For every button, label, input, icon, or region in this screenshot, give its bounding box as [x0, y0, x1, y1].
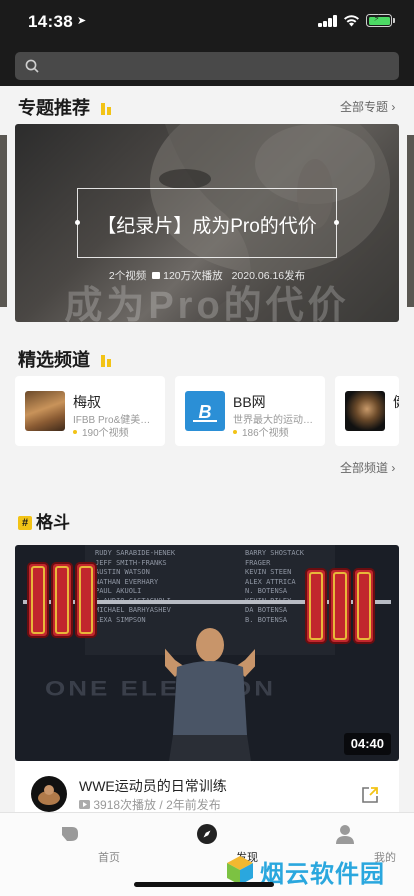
video-meta: 3918次播放 / 2年前发布	[79, 796, 221, 813]
weight-plate	[27, 562, 49, 638]
meta-separator: /	[159, 798, 163, 812]
wall-names-right: BARRY SHOSTACK FRAGER KEVIN STEEN ALEX ATTR…	[245, 549, 305, 624]
channel-count: 190个视频	[73, 424, 129, 439]
bars-icon	[101, 355, 113, 367]
tab-home-label: 首页	[98, 852, 120, 864]
cellular-signal-icon	[318, 15, 338, 27]
svg-text:B: B	[199, 402, 212, 422]
wall-names-left: RUDY SARABIDE-HENEK JEFF SMITH-FRANKS AUST…	[95, 549, 176, 624]
channel-name: 梅叔	[73, 394, 101, 410]
video-title[interactable]: WWE运动员的日常训练	[79, 776, 227, 796]
bars-icon	[101, 103, 113, 115]
share-icon[interactable]	[361, 786, 379, 804]
channel-avatar	[25, 391, 65, 431]
search-icon	[25, 59, 39, 73]
watermark-text: 烟云软件园	[260, 861, 385, 888]
banner-plays: 120万次播放	[163, 270, 223, 282]
play-count-icon	[152, 272, 161, 279]
athlete-figure	[165, 628, 255, 761]
status-bar: 14:38 ➤	[0, 0, 414, 44]
video-posted: 2年前发布	[166, 798, 221, 812]
channel-count: 186个视频	[233, 424, 289, 439]
hash-icon: #	[18, 516, 32, 530]
channel-name: BB网	[233, 394, 266, 410]
play-icon	[79, 800, 90, 809]
weight-plate	[353, 568, 375, 644]
channel-avatar	[345, 391, 385, 431]
wifi-icon	[344, 15, 359, 27]
all-topics-link[interactable]: 全部专题 ›	[340, 98, 395, 115]
channel-card[interactable]: 健	[335, 376, 399, 446]
author-avatar[interactable]	[31, 776, 67, 812]
top-header: 14:38 ➤	[0, 0, 414, 86]
category-title-text: 格斗	[36, 513, 70, 532]
weight-plate	[329, 568, 351, 644]
banner-title-frame: 【纪录片】成为Pro的代价	[75, 188, 339, 258]
section-title-channels: 精选频道	[18, 346, 113, 372]
person-icon	[336, 825, 354, 844]
compass-icon	[197, 824, 217, 844]
banner-next-peek[interactable]	[407, 135, 414, 307]
category-title: # 格斗	[18, 508, 70, 533]
banner-title: 【纪录片】成为Pro的代价	[97, 216, 317, 237]
banner-prev-peek[interactable]	[0, 135, 7, 307]
all-channels-link[interactable]: 全部频道 ›	[340, 459, 395, 476]
banner-date: 2020.06.16发布	[231, 270, 306, 282]
section-title-topics: 专题推荐	[18, 94, 113, 120]
channel-card[interactable]: B BB网 世界最大的运动… 186个视频	[175, 376, 325, 446]
weight-plate	[305, 568, 327, 644]
battery-icon	[366, 13, 395, 27]
banner-videos: 2个视频	[108, 270, 147, 282]
status-time: 14:38	[28, 12, 73, 31]
channel-card[interactable]: 梅叔 IFBB Pro&健美… 190个视频	[15, 376, 165, 446]
weight-plate	[51, 562, 73, 638]
topic-banner[interactable]: 成为Pro的代价 【纪录片】成为Pro的代价 2个视频 120万次播放 2020…	[15, 124, 399, 322]
banner-meta: 2个视频 120万次播放 2020.06.16发布	[15, 268, 399, 283]
video-plays: 3918次播放	[93, 798, 157, 812]
channel-avatar-bb-logo: B	[185, 391, 225, 431]
topics-title-text: 专题推荐	[18, 98, 90, 118]
channel-name: 健	[393, 392, 399, 412]
home-indicator	[134, 882, 274, 887]
channels-title-text: 精选频道	[18, 350, 90, 370]
search-bar[interactable]	[15, 52, 399, 80]
location-icon: ➤	[77, 15, 87, 27]
weight-plate	[75, 562, 97, 638]
video-thumbnail[interactable]: RUDY SARABIDE-HENEK JEFF SMITH-FRANKS AUST…	[15, 545, 399, 761]
home-icon	[62, 827, 78, 841]
video-duration: 04:40	[343, 733, 391, 755]
